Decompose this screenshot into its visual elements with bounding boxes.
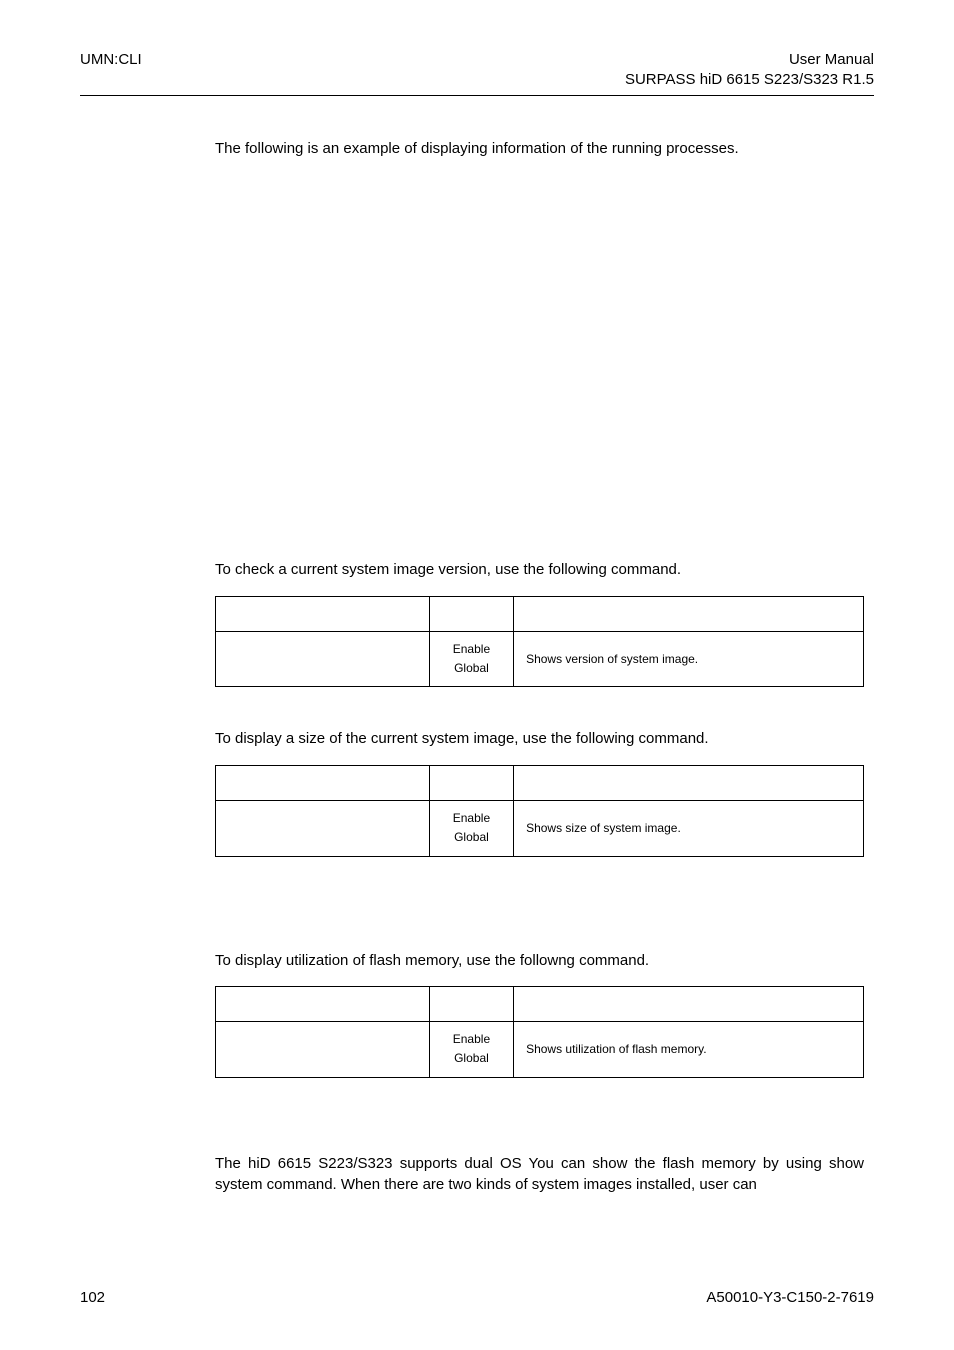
version-lead-text: To check a current system image version,… bbox=[215, 559, 864, 581]
table-header-cell bbox=[216, 766, 430, 801]
table-row: Enable Global Shows version of system im… bbox=[216, 632, 864, 687]
description-cell: Shows size of system image. bbox=[514, 801, 864, 856]
mode-cell: Enable Global bbox=[429, 1022, 513, 1077]
table-header-cell bbox=[514, 597, 864, 632]
mode-line: Global bbox=[454, 830, 489, 844]
command-cell bbox=[216, 801, 430, 856]
command-cell bbox=[216, 632, 430, 687]
mode-line: Enable bbox=[453, 642, 490, 656]
table-header-cell bbox=[429, 766, 513, 801]
table-header-row bbox=[216, 597, 864, 632]
header-right-line2: SURPASS hiD 6615 S223/S323 R1.5 bbox=[625, 70, 874, 90]
header-right: User Manual SURPASS hiD 6615 S223/S323 R… bbox=[625, 50, 874, 91]
flash-lead-text: To display utilization of flash memory, … bbox=[215, 950, 864, 972]
flash-command-table: Enable Global Shows utilization of flash… bbox=[215, 986, 864, 1077]
mode-line: Enable bbox=[453, 811, 490, 825]
header-right-line1: User Manual bbox=[625, 50, 874, 70]
table-header-cell bbox=[429, 597, 513, 632]
table-header-row bbox=[216, 766, 864, 801]
table-header-cell bbox=[429, 987, 513, 1022]
version-command-table: Enable Global Shows version of system im… bbox=[215, 596, 864, 687]
mode-line: Enable bbox=[453, 1032, 490, 1046]
dualos-paragraph: The hiD 6615 S223/S323 supports dual OS … bbox=[215, 1153, 864, 1197]
table-header-row bbox=[216, 987, 864, 1022]
mode-cell: Enable Global bbox=[429, 632, 513, 687]
intro-paragraph: The following is an example of displayin… bbox=[215, 138, 864, 160]
table-row: Enable Global Shows utilization of flash… bbox=[216, 1022, 864, 1077]
blank-space bbox=[215, 174, 864, 544]
table-row: Enable Global Shows size of system image… bbox=[216, 801, 864, 856]
table-header-cell bbox=[216, 597, 430, 632]
running-header: UMN:CLI User Manual SURPASS hiD 6615 S22… bbox=[80, 50, 874, 91]
description-cell: Shows utilization of flash memory. bbox=[514, 1022, 864, 1077]
table-header-cell bbox=[514, 766, 864, 801]
content-area: The following is an example of displayin… bbox=[215, 138, 864, 1197]
mode-line: Global bbox=[454, 1051, 489, 1065]
footer-page-number: 102 bbox=[80, 1289, 105, 1306]
description-cell: Shows version of system image. bbox=[514, 632, 864, 687]
footer-doc-id: A50010-Y3-C150-2-7619 bbox=[706, 1289, 874, 1306]
mode-cell: Enable Global bbox=[429, 801, 513, 856]
command-cell bbox=[216, 1022, 430, 1077]
header-left: UMN:CLI bbox=[80, 50, 142, 91]
size-lead-text: To display a size of the current system … bbox=[215, 728, 864, 750]
page: UMN:CLI User Manual SURPASS hiD 6615 S22… bbox=[0, 0, 954, 1350]
table-header-cell bbox=[514, 987, 864, 1022]
size-command-table: Enable Global Shows size of system image… bbox=[215, 765, 864, 856]
table-header-cell bbox=[216, 987, 430, 1022]
running-footer: 102 A50010-Y3-C150-2-7619 bbox=[80, 1289, 874, 1306]
mode-line: Global bbox=[454, 661, 489, 675]
header-rule bbox=[80, 95, 874, 96]
